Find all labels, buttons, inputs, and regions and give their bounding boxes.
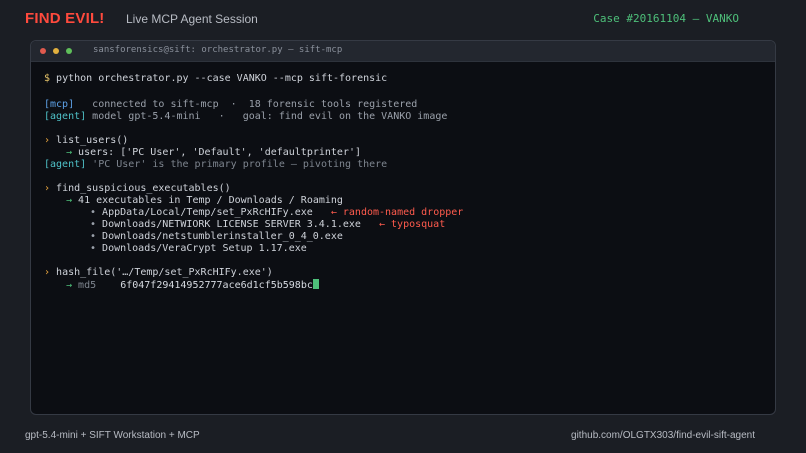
maximize-window-dot-icon[interactable]	[66, 48, 72, 54]
agent-model-line: [agent] model gpt-5.4-mini · goal: find …	[44, 111, 765, 123]
file-path: Downloads/netstumblerinstaller_0_4_0.exe	[96, 231, 343, 242]
file-list-item: • Downloads/netstumblerinstaller_0_4_0.e…	[44, 231, 765, 243]
file-warning-note: ← typosquat	[360, 219, 446, 230]
minimize-window-dot-icon[interactable]	[53, 48, 59, 54]
mcp-status-text: connected to sift-mcp · 18 forensic tool…	[74, 99, 418, 110]
terminal-output[interactable]: $ python orchestrator.py --case VANKO --…	[44, 73, 765, 291]
file-warning-note: ← random-named dropper	[312, 207, 464, 218]
close-window-dot-icon[interactable]	[40, 48, 46, 54]
mcp-tag: [mcp]	[44, 99, 75, 110]
file-list-item: • AppData/Local/Temp/set_PxRcHIFy.exe ← …	[44, 207, 765, 219]
command-text: python orchestrator.py --case VANKO --mc…	[50, 73, 388, 84]
tool-call-text: list_users()	[50, 135, 129, 146]
window-title: sansforensics@sift: orchestrator.py — si…	[93, 45, 343, 55]
window-titlebar: sansforensics@sift: orchestrator.py — si…	[31, 41, 775, 62]
terminal-cursor	[312, 279, 319, 289]
hash-label: md5	[72, 280, 97, 291]
session-title: Live MCP Agent Session	[126, 12, 258, 26]
agent-tag: [agent]	[44, 159, 87, 170]
hash-value: 6f047f29414952777ace6d1cf5b598bc	[96, 280, 313, 291]
file-list-item: • Downloads/VeraCrypt Setup 1.17.exe	[44, 243, 765, 255]
footer-stack: gpt-5.4-mini + SIFT Workstation + MCP	[25, 430, 200, 441]
tool-call-list-users: › list_users()	[44, 135, 765, 147]
footer-repo-link[interactable]: github.com/OLGTX303/find-evil-sift-agent	[571, 430, 755, 441]
command-line: $ python orchestrator.py --case VANKO --…	[44, 73, 765, 85]
tool-call-hash-file: › hash_file('…/Temp/set_PxRcHIFy.exe')	[44, 267, 765, 279]
tool-call-find-suspicious: › find_suspicious_executables()	[44, 183, 765, 195]
file-path: AppData/Local/Temp/set_PxRcHIFy.exe	[96, 207, 313, 218]
agent-tag: [agent]	[44, 111, 87, 122]
agent-note-line: [agent] 'PC User' is the primary profile…	[44, 159, 765, 171]
tool-result-summary: → 41 executables in Temp / Downloads / R…	[44, 195, 765, 207]
terminal-window: sansforensics@sift: orchestrator.py — si…	[30, 40, 776, 415]
tool-result-users: → users: ['PC User', 'Default', 'default…	[44, 147, 765, 159]
file-list-item: • Downloads/NETWIORK LICENSE SERVER 3.4.…	[44, 219, 765, 231]
tool-result-text: users: ['PC User', 'Default', 'defaultpr…	[72, 147, 362, 158]
case-id: Case #20161104 — VANKO	[593, 12, 739, 25]
tool-call-text: find_suspicious_executables()	[50, 183, 231, 194]
tool-result-text: 41 executables in Temp / Downloads / Roa…	[72, 195, 343, 206]
mcp-status-line: [mcp] connected to sift-mcp · 18 forensi…	[44, 99, 765, 111]
file-path: Downloads/NETWIORK LICENSE SERVER 3.4.1.…	[96, 219, 361, 230]
agent-model-text: model gpt-5.4-mini · goal: find evil on …	[86, 111, 448, 122]
tool-call-text: hash_file('…/Temp/set_PxRcHIFy.exe')	[50, 267, 273, 278]
brand-title: FIND EVIL!	[25, 10, 105, 27]
hash-result-line: → md5 6f047f29414952777ace6d1cf5b598bc	[44, 279, 765, 291]
file-path: Downloads/VeraCrypt Setup 1.17.exe	[96, 243, 307, 254]
agent-note-text: 'PC User' is the primary profile — pivot…	[86, 159, 388, 170]
